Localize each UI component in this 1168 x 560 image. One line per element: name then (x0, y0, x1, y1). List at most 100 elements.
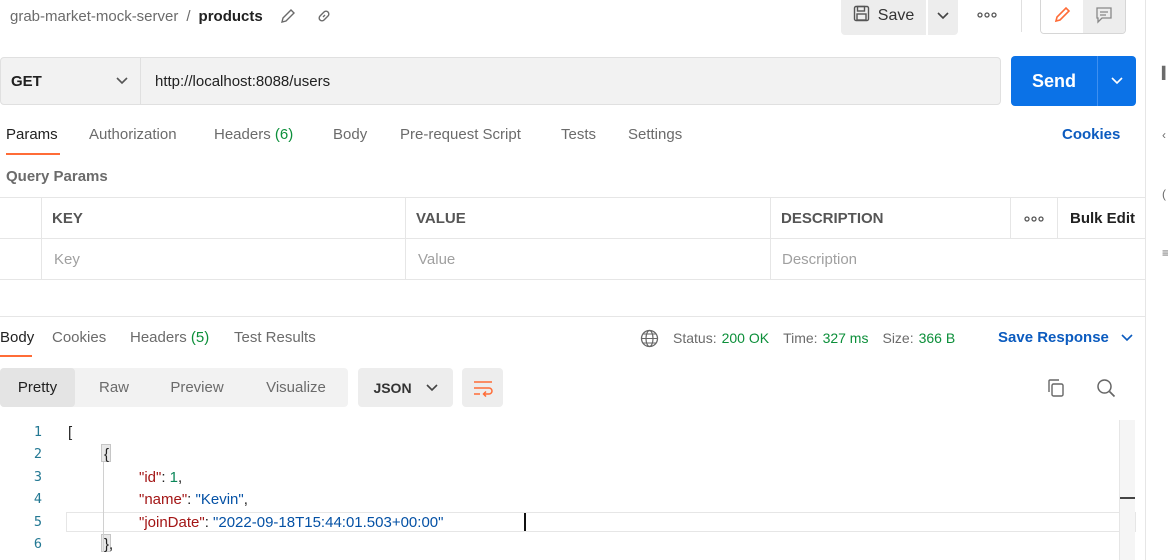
status-label: Status: (673, 330, 717, 346)
comments-mode-button[interactable] (1083, 0, 1125, 33)
comment-icon (1096, 7, 1112, 24)
param-value-input[interactable]: Value (418, 239, 758, 280)
side-panel-icon[interactable]: ▍ (1162, 66, 1168, 80)
code-line: "id": 1, (139, 469, 182, 486)
bulk-edit-button[interactable]: Bulk Edit (1070, 198, 1135, 239)
response-tab-body[interactable]: Body (0, 329, 34, 346)
side-panel-icon[interactable]: ‹ (1162, 128, 1168, 142)
status-value[interactable]: 200 OK (722, 330, 769, 346)
format-pretty[interactable]: Pretty (0, 368, 75, 407)
language-value: JSON (373, 379, 412, 396)
code-token: [ (68, 424, 73, 441)
column-divider (770, 198, 771, 280)
response-body-editor[interactable]: 1 2 3 4 5 6 (0, 420, 1135, 560)
chevron-down-icon (116, 77, 128, 85)
time-label: Time: (783, 330, 818, 346)
chevron-down-icon (937, 11, 949, 19)
copy-icon[interactable] (1044, 376, 1068, 400)
column-divider (1010, 198, 1011, 239)
code-token: : (161, 469, 170, 486)
save-dropdown[interactable] (928, 0, 958, 35)
param-description-input[interactable]: Description (782, 239, 1122, 280)
response-tab-cookies[interactable]: Cookies (52, 329, 106, 346)
column-header-value: VALUE (416, 210, 466, 227)
tab-prerequest-script[interactable]: Pre-request Script (400, 126, 521, 156)
save-button[interactable]: Save (841, 0, 926, 35)
response-tab-test-results[interactable]: Test Results (234, 329, 316, 346)
json-string: "2022-09-18T15:44:01.503+00:00" (213, 514, 444, 531)
json-key: "joinDate" (139, 514, 205, 531)
line-number: 2 (33, 446, 42, 462)
tab-headers-count: (6) (274, 126, 294, 143)
send-dropdown[interactable] (1097, 56, 1136, 106)
tab-headers[interactable]: Headers (6) (214, 126, 293, 156)
json-key: "name" (139, 491, 188, 508)
code-line: "name": "Kevin", (139, 491, 248, 508)
code-token: { (104, 446, 110, 463)
code-line: { (104, 446, 109, 463)
column-divider (405, 198, 406, 280)
search-icon[interactable] (1094, 376, 1118, 400)
tab-tests[interactable]: Tests (561, 126, 596, 156)
chevron-down-icon (1111, 77, 1123, 85)
tab-settings[interactable]: Settings (628, 126, 682, 156)
column-header-key: KEY (52, 210, 83, 227)
format-preview[interactable]: Preview (156, 368, 238, 407)
active-tab-indicator (0, 355, 32, 357)
pencil-icon[interactable] (277, 5, 299, 27)
response-tab-headers[interactable]: Headers (5) (130, 329, 209, 346)
workspace-name[interactable]: grab-market-mock-server (10, 8, 178, 25)
code-token: , (178, 469, 183, 486)
send-button-group: Send (1011, 56, 1136, 106)
tab-headers-label: Headers (214, 126, 271, 143)
time-value[interactable]: 327 ms (823, 330, 869, 346)
size-value[interactable]: 366 B (919, 330, 956, 346)
language-select[interactable]: JSON (358, 368, 453, 407)
save-response-button[interactable]: Save Response (998, 329, 1133, 346)
sidebar-divider (1145, 0, 1146, 560)
scrollbar-marker (1120, 497, 1135, 499)
column-divider (1057, 198, 1058, 239)
format-visualize[interactable]: Visualize (251, 368, 341, 407)
request-name[interactable]: products (199, 8, 263, 25)
chevron-down-icon (425, 383, 438, 391)
json-number: 1 (169, 469, 179, 486)
globe-icon[interactable] (640, 329, 659, 348)
format-segmented-control: Pretty Raw Preview Visualize (0, 368, 348, 407)
cookies-link[interactable]: Cookies (1062, 126, 1120, 143)
side-panel-icon[interactable]: ≡ (1162, 246, 1168, 260)
line-number: 4 (33, 491, 42, 507)
url-bar: GET http://localhost:8088/users (0, 57, 1001, 105)
code-line: }, (104, 536, 113, 553)
more-horizontal-icon[interactable] (974, 4, 1000, 26)
tab-body[interactable]: Body (333, 126, 367, 156)
code-line: "joinDate": "2022-09-18T15:44:01.503+00:… (139, 514, 443, 531)
column-header-description: DESCRIPTION (781, 210, 884, 227)
editor-scrollbar[interactable] (1119, 420, 1135, 560)
format-raw[interactable]: Raw (84, 368, 144, 407)
send-button[interactable]: Send (1011, 56, 1097, 106)
response-tab-headers-label: Headers (130, 329, 187, 346)
method-select[interactable]: GET (1, 58, 141, 104)
pane-divider[interactable] (0, 316, 1145, 317)
line-number: 6 (33, 536, 42, 552)
line-number: 3 (33, 469, 42, 485)
wrap-lines-icon[interactable] (462, 368, 503, 407)
side-panel-icon[interactable]: ( (1162, 187, 1168, 201)
active-tab-indicator (6, 153, 60, 155)
code-token: : (187, 491, 196, 508)
header-divider (1021, 0, 1022, 32)
tab-authorization[interactable]: Authorization (89, 126, 177, 156)
code-token: }, (104, 536, 114, 553)
code-token: : (204, 514, 214, 531)
code-token: , (243, 491, 248, 508)
param-key-input[interactable]: Key (54, 239, 394, 280)
more-horizontal-icon[interactable] (1024, 198, 1044, 239)
tab-params[interactable]: Params (6, 126, 58, 156)
edit-mode-button[interactable] (1041, 0, 1083, 33)
link-icon[interactable] (313, 5, 335, 27)
url-input[interactable]: http://localhost:8088/users (155, 58, 330, 104)
floppy-icon (853, 5, 870, 27)
text-cursor (524, 513, 526, 531)
json-key: "id" (139, 469, 162, 486)
